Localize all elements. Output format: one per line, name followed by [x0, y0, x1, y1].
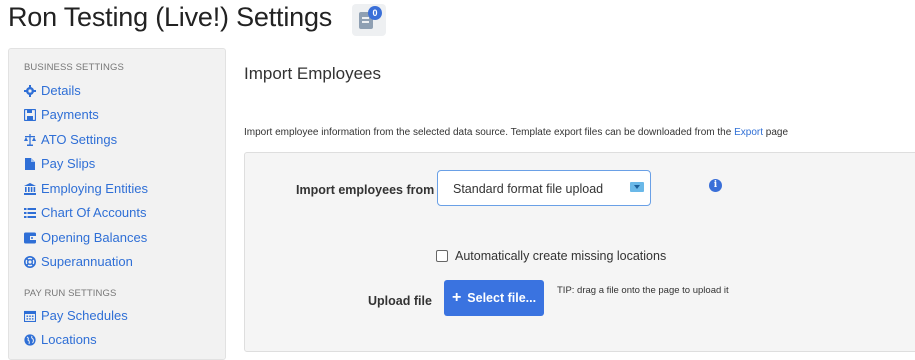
sidebar-item-details[interactable]: Details	[24, 83, 81, 98]
sidebar-item-ato-settings[interactable]: ATO Settings	[24, 132, 117, 147]
select-file-button[interactable]: + Select file...	[444, 280, 544, 316]
upload-tip: TIP: drag a file onto the page to upload…	[557, 285, 729, 296]
globe-icon	[24, 333, 36, 346]
info-text-body: Import employee information from the sel…	[244, 127, 732, 138]
import-source-select[interactable]: Standard format file upload	[437, 170, 651, 206]
import-source-value: Standard format file upload	[453, 182, 604, 196]
sidebar-item-pay-slips[interactable]: Pay Slips	[24, 156, 95, 171]
export-link[interactable]: Export	[734, 127, 763, 138]
info-text-suffix: page	[765, 127, 789, 138]
plus-icon: +	[451, 289, 462, 306]
sidebar-item-label: Chart Of Accounts	[41, 205, 147, 220]
sidebar-item-locations[interactable]: Locations	[24, 332, 97, 347]
gear-icon	[24, 84, 36, 97]
sidebar-item-payments[interactable]: Payments	[24, 107, 99, 122]
sidebar-item-label: Locations	[41, 332, 97, 347]
life-ring-icon	[24, 255, 36, 268]
business-settings-heading: BUSINESS SETTINGS	[24, 62, 124, 73]
sidebar-item-label: Pay Schedules	[41, 308, 128, 323]
sidebar-item-label: Pay Slips	[41, 156, 96, 171]
notification-badge: 0	[368, 6, 382, 20]
pay-run-settings-heading: PAY RUN SETTINGS	[24, 288, 117, 299]
file-icon	[24, 157, 36, 170]
sidebar-item-opening-balances[interactable]: Opening Balances	[24, 230, 147, 245]
upload-file-label: Upload file	[368, 294, 432, 308]
calendar-icon	[24, 310, 36, 322]
sidebar-item-label: Details	[41, 83, 81, 98]
sidebar-item-label: Superannuation	[41, 254, 133, 269]
chevron-down-icon	[630, 182, 644, 192]
sidebar-item-label: Employing Entities	[41, 181, 148, 196]
select-file-label: Select file...	[467, 291, 537, 305]
scales-icon	[24, 133, 36, 146]
sidebar-item-employing-entities[interactable]: Employing Entities	[24, 181, 148, 196]
info-text: Import employee information from the sel…	[244, 127, 788, 138]
sidebar-item-superannuation[interactable]: Superannuation	[24, 254, 133, 269]
create-locations-label[interactable]: Automatically create missing locations	[455, 249, 666, 263]
sidebar-item-pay-schedules[interactable]: Pay Schedules	[24, 308, 128, 323]
floppy-disk-icon	[24, 108, 36, 121]
sidebar-item-label: Payments	[41, 107, 99, 122]
info-icon[interactable]: i	[709, 179, 722, 192]
sidebar-item-label: ATO Settings	[41, 132, 118, 147]
sidebar-item-label: Opening Balances	[41, 230, 148, 245]
import-from-label: Import employees from	[296, 183, 435, 197]
settings-sidebar: BUSINESS SETTINGS Details Payments ATO S…	[8, 48, 226, 360]
list-icon	[24, 207, 36, 219]
bank-icon	[24, 182, 36, 195]
sidebar-item-chart-of-accounts[interactable]: Chart Of Accounts	[24, 205, 147, 220]
wallet-icon	[24, 232, 36, 244]
page-title: Ron Testing (Live!) Settings	[8, 2, 333, 32]
create-locations-checkbox[interactable]	[436, 250, 448, 262]
notes-button[interactable]: 0	[352, 4, 386, 36]
section-title: Import Employees	[244, 64, 381, 83]
